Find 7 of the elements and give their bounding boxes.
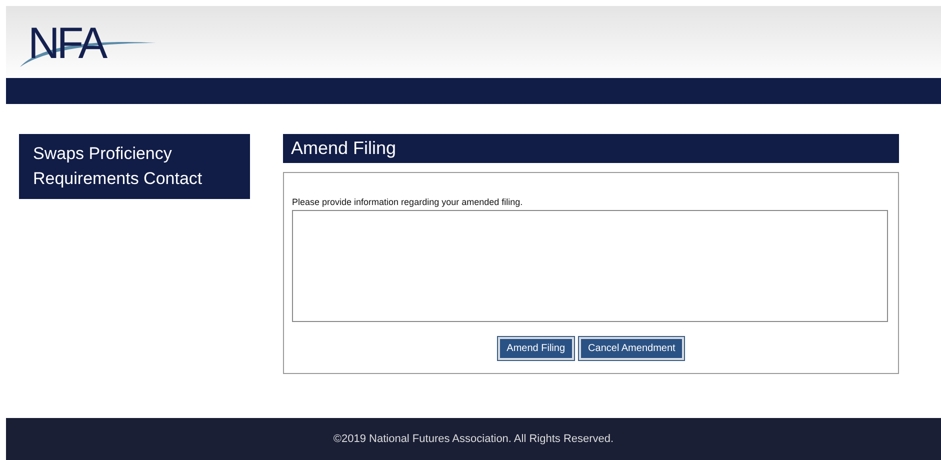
prompt-text: Please provide information regarding your amended filing.	[292, 197, 524, 207]
copyright-text: ©2019 National Futures Association. All Rights Reserved.	[333, 433, 614, 445]
action-button[interactable]: Amend Filing	[498, 337, 574, 360]
action-button[interactable]: Cancel Amendment	[579, 337, 684, 360]
sidebar-link[interactable]: Swaps Proficiency Requirements Contact	[19, 134, 250, 199]
input-field[interactable]	[292, 210, 888, 322]
panel-title: Amend Filing	[283, 134, 899, 163]
